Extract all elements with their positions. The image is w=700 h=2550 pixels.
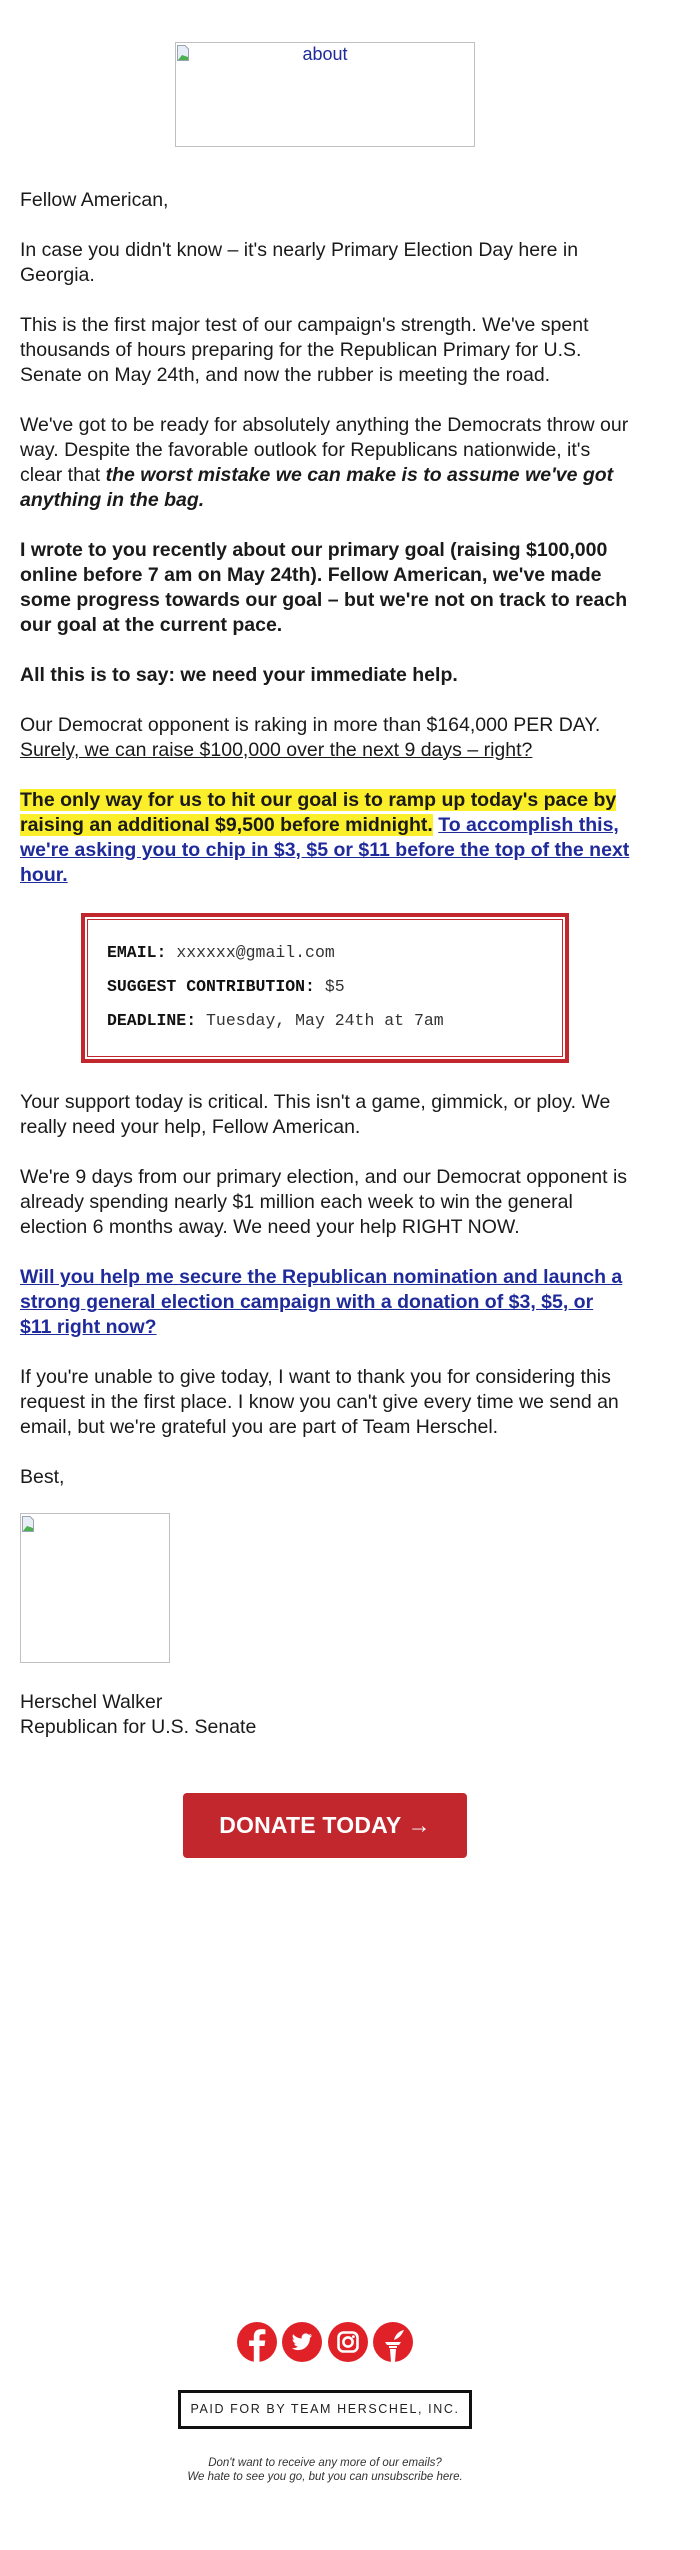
instagram-icon (337, 2331, 359, 2353)
deadline-label: DEADLINE (107, 1011, 187, 1030)
twitter-icon (291, 2333, 312, 2351)
donate-today-button[interactable]: DONATE TODAY → (183, 1793, 467, 1858)
signoff: Best, (20, 1466, 65, 1488)
unsubscribe-line-2: We hate to see you go, but you can unsub… (0, 2470, 650, 2484)
info-contribution-row: SUGGEST CONTRIBUTION: $5 (107, 977, 345, 996)
paragraph-nomination-link-wrap: Will you help me secure the Republican n… (20, 1265, 630, 1340)
twitter-link[interactable] (282, 2322, 322, 2362)
contribution-info-box: EMAIL: xxxxxx@gmail.com SUGGEST CONTRIBU… (81, 913, 569, 1063)
header-image-about[interactable]: about (175, 42, 475, 147)
paragraph-immediate-help: All this is to say: we need your immedia… (20, 664, 458, 686)
signature-image (20, 1513, 170, 1663)
greeting: Fellow American, (20, 189, 169, 211)
opponent-raking-text: Our Democrat opponent is raking in more … (20, 714, 601, 736)
contribution-label: SUGGEST CONTRIBUTION (107, 977, 306, 996)
unsubscribe-line-1: Don't want to receive any more of our em… (208, 2457, 442, 2469)
emphasis-worst-mistake: the worst mistake we can make is to assu… (20, 464, 614, 511)
header-image-alt-text[interactable]: about (302, 44, 347, 65)
info-deadline-row: DEADLINE: Tuesday, May 24th at 7am (107, 1011, 444, 1030)
broken-image-icon (22, 1516, 34, 1532)
underlined-surely-text: Surely, we can raise $100,000 over the n… (20, 739, 533, 761)
facebook-icon (249, 2329, 266, 2362)
nomination-donation-link[interactable]: Will you help me secure the Republican n… (20, 1266, 622, 1338)
signer-block: Herschel Walker Republican for U.S. Sena… (20, 1690, 630, 1740)
facebook-link[interactable] (237, 2322, 277, 2362)
paid-for-disclaimer: PAID FOR BY TEAM HERSCHEL, INC. (178, 2390, 472, 2429)
paragraph-thank-you: If you're unable to give today, I want t… (20, 1366, 619, 1438)
paragraph-primary-day: In case you didn't know – it's nearly Pr… (20, 239, 579, 286)
paragraph-campaign-test: This is the first major test of our camp… (20, 314, 589, 386)
winred-torch-icon (385, 2330, 404, 2362)
paragraph-opponent-raking: Our Democrat opponent is raking in more … (20, 713, 630, 763)
signer-name: Herschel Walker (20, 1691, 163, 1713)
paragraph-primary-goal: I wrote to you recently about our primar… (20, 539, 628, 636)
broken-image-icon (177, 45, 189, 61)
deadline-value: Tuesday, May 24th at 7am (206, 1011, 444, 1030)
paragraph-nine-days: We're 9 days from our primary election, … (20, 1166, 628, 1238)
email-value: xxxxxx@gmail.com (176, 943, 335, 962)
info-email-row: EMAIL: xxxxxx@gmail.com (107, 943, 335, 962)
contribution-value: $5 (324, 977, 345, 996)
donate-button-label: DONATE TODAY (219, 1812, 401, 1838)
paragraph-support-critical: Your support today is critical. This isn… (20, 1091, 611, 1138)
unsubscribe-link[interactable]: We hate to see you go, but you can unsub… (187, 2471, 462, 2483)
arrow-right-icon: → (407, 1812, 431, 1838)
instagram-link[interactable] (328, 2322, 368, 2362)
signer-title: Republican for U.S. Senate (20, 1716, 257, 1738)
email-label: EMAIL (107, 943, 157, 962)
winred-link[interactable] (373, 2322, 413, 2362)
paragraph-be-ready: We've got to be ready for absolutely any… (20, 413, 630, 513)
paragraph-ramp-up: The only way for us to hit our goal is t… (20, 788, 630, 888)
